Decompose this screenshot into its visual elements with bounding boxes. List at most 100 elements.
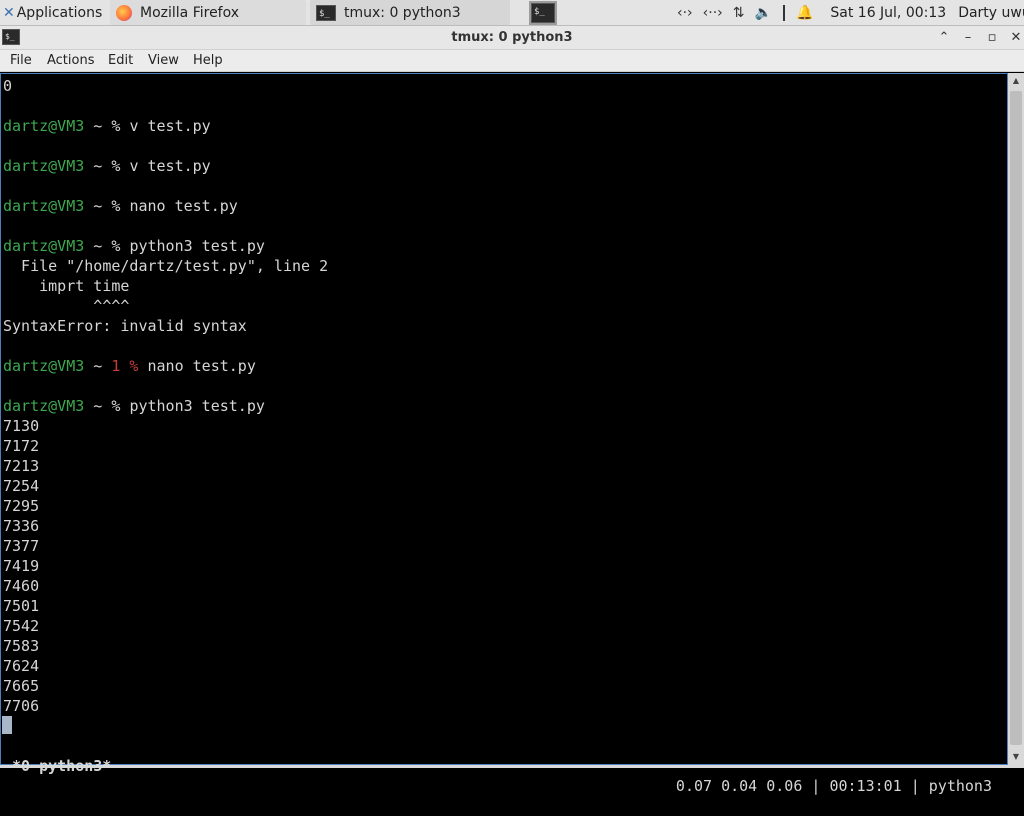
terminal-line: 7665: [3, 676, 328, 696]
scroll-down-arrow-icon[interactable]: ▼: [1008, 749, 1024, 765]
terminal-line: dartz@VM3 ~ % nano test.py: [3, 196, 328, 216]
terminal-line: dartz@VM3 ~ % python3 test.py: [3, 396, 328, 416]
terminal-line: SyntaxError: invalid syntax: [3, 316, 328, 336]
terminal-line: 7254: [3, 476, 328, 496]
prompt-user: dartz@VM3: [3, 237, 85, 255]
output-text: 7501: [3, 597, 40, 615]
user-menu[interactable]: Darty uwu: [958, 5, 1024, 21]
terminal-line: File "/home/dartz/test.py", line 2: [3, 256, 328, 276]
window-titlebar[interactable]: $_ tmux: 0 python3 ⌃ – ▫ ✕: [0, 26, 1024, 50]
applications-menu[interactable]: ✕ Applications: [0, 0, 108, 25]
command-text: python3 test.py: [129, 397, 265, 415]
menu-help[interactable]: Help: [193, 50, 223, 72]
prompt-user: dartz@VM3: [3, 157, 85, 175]
volume-icon[interactable]: 🔈: [755, 5, 772, 21]
menu-bar: File Actions Edit View Help: [0, 50, 1024, 72]
battery-icon[interactable]: [782, 4, 785, 21]
prompt-user: dartz@VM3: [3, 197, 85, 215]
terminal-line: 7624: [3, 656, 328, 676]
network-icon[interactable]: ‹··›: [703, 5, 723, 21]
prompt-user: dartz@VM3: [3, 397, 85, 415]
terminal-line: 7377: [3, 536, 328, 556]
output-text: 7624: [3, 657, 40, 675]
scrollbar[interactable]: ▲ ▼: [1008, 73, 1024, 765]
command-text: python3 test.py: [129, 237, 265, 255]
terminal-line: 7336: [3, 516, 328, 536]
terminal-line: dartz@VM3 ~ 1 % nano test.py: [3, 356, 328, 376]
taskbar-label: Mozilla Firefox: [140, 4, 240, 21]
command-text: nano test.py: [138, 357, 256, 375]
command-text: v test.py: [129, 157, 211, 175]
taskbar-item-tmux[interactable]: $_ tmux: 0 python3: [310, 0, 510, 25]
menu-edit[interactable]: Edit: [108, 50, 133, 72]
notification-bell-icon[interactable]: 🔔: [796, 5, 813, 21]
prompt-symbol: ~: [84, 357, 112, 375]
prompt-user: dartz@VM3: [3, 117, 85, 135]
terminal-line: dartz@VM3 ~ % v test.py: [3, 116, 328, 136]
window-title: tmux: 0 python3: [451, 30, 573, 45]
output-text: ^^^^: [3, 297, 130, 315]
terminal-line: 7542: [3, 616, 328, 636]
command-text: nano test.py: [129, 197, 238, 215]
shade-button[interactable]: ⌃: [934, 28, 954, 48]
prompt-symbol: ~ %: [84, 197, 130, 215]
terminal-line: 7172: [3, 436, 328, 456]
top-panel: ✕ Applications Mozilla Firefox $_ tmux: …: [0, 0, 1024, 26]
maximize-button[interactable]: ▫: [982, 28, 1002, 48]
scrollbar-thumb[interactable]: [1010, 91, 1022, 745]
terminal-line: 0: [3, 76, 328, 96]
menu-file[interactable]: File: [10, 50, 32, 72]
output-text: 7172: [3, 437, 40, 455]
terminal-icon: $_: [316, 4, 336, 21]
output-text: 7130: [3, 417, 40, 435]
output-text: 7665: [3, 677, 40, 695]
terminal-area[interactable]: 0 dartz@VM3 ~ % v test.py dartz@VM3 ~ % v …: [0, 73, 1008, 795]
taskbar-item-firefox[interactable]: Mozilla Firefox: [110, 0, 306, 25]
terminal-line: 7460: [3, 576, 328, 596]
prompt-symbol: ~ %: [84, 157, 130, 175]
terminal-output: 0 dartz@VM3 ~ % v test.py dartz@VM3 ~ % v …: [3, 76, 328, 716]
prompt-symbol: ~ %: [84, 117, 130, 135]
system-tray: ‹·› ‹··› ⇅ 🔈 🔔 Sat 16 Jul, 00:13 Darty u…: [672, 0, 1024, 25]
terminal-line: dartz@VM3 ~ % python3 test.py: [3, 236, 328, 256]
prompt-symbol: ~ %: [84, 237, 130, 255]
output-text: 0: [3, 77, 13, 95]
output-text: 7542: [3, 617, 40, 635]
minimize-button[interactable]: –: [958, 28, 978, 48]
taskbar-label: tmux: 0 python3: [344, 4, 461, 21]
text-cursor: [2, 716, 12, 734]
output-text: File "/home/dartz/test.py", line 2: [3, 257, 329, 275]
menu-view[interactable]: View: [148, 50, 179, 72]
network-transfer-icon[interactable]: ⇅: [733, 5, 745, 21]
prompt-user: dartz@VM3: [3, 357, 85, 375]
output-text: 7419: [3, 557, 40, 575]
terminal-line: 7706: [3, 696, 328, 716]
tmux-status-bar: *0 python3* 0.07 0.04 0.06 | 00:13:01 | …: [1, 736, 1007, 795]
terminal-launcher[interactable]: $_: [526, 0, 560, 25]
prompt-symbol: ~ %: [84, 397, 130, 415]
menu-actions[interactable]: Actions: [47, 50, 95, 72]
output-text: 7254: [3, 477, 40, 495]
terminal-line: 7213: [3, 456, 328, 476]
tmux-status-info: 0.07 0.04 0.06 | 00:13:01 | python3: [675, 777, 992, 795]
terminal-line: 7583: [3, 636, 328, 656]
scroll-up-arrow-icon[interactable]: ▲: [1008, 73, 1024, 89]
output-text: 7460: [3, 577, 40, 595]
network-icon[interactable]: ‹·›: [677, 5, 693, 21]
terminal-line: 7130: [3, 416, 328, 436]
terminal-line: 7295: [3, 496, 328, 516]
output-text: 7213: [3, 457, 40, 475]
output-text: 7377: [3, 537, 40, 555]
terminal-line: dartz@VM3 ~ % v test.py: [3, 156, 328, 176]
exit-code: 1 %: [111, 357, 139, 375]
close-button[interactable]: ✕: [1006, 28, 1024, 48]
output-text: 7295: [3, 497, 40, 515]
output-text: SyntaxError: invalid syntax: [3, 317, 247, 335]
clock[interactable]: Sat 16 Jul, 00:13: [830, 5, 946, 21]
